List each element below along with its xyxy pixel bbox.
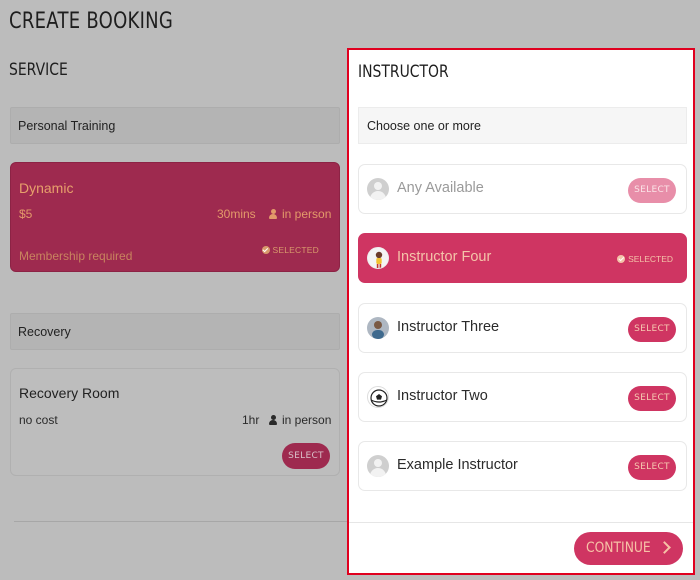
select-button[interactable]: SELECT xyxy=(628,178,676,203)
instructor-heading: INSTRUCTOR xyxy=(358,62,449,82)
instructor-panel: INSTRUCTOR Choose one or more Any Availa… xyxy=(347,48,695,575)
continue-button[interactable]: CONTINUE xyxy=(574,532,683,565)
service-location: in person xyxy=(269,413,331,427)
person-placeholder-icon xyxy=(367,455,389,477)
instructor-name: Any Available xyxy=(397,180,484,196)
instructor-row-instructor-three[interactable]: Instructor Three SELECT xyxy=(358,303,687,353)
choose-instructor-bar: Choose one or more xyxy=(358,107,687,144)
check-circle-icon xyxy=(261,246,270,254)
service-note: Membership required xyxy=(19,249,133,263)
person-icon xyxy=(269,415,277,425)
service-heading: SERVICE xyxy=(9,60,68,80)
instructor-row-instructor-two[interactable]: Instructor Two SELECT xyxy=(358,372,687,422)
select-button[interactable]: SELECT xyxy=(628,386,676,411)
female-avatar xyxy=(367,247,389,269)
service-selected-badge: SELECTED xyxy=(261,245,319,255)
divider xyxy=(14,521,348,522)
service-category-recovery[interactable]: Recovery xyxy=(10,313,340,350)
instructor-row-any-available[interactable]: Any Available SELECT xyxy=(358,164,687,214)
service-card-recovery-room[interactable]: Recovery Room no cost 1hr in person SELE… xyxy=(10,368,340,476)
person-icon xyxy=(269,209,277,219)
instructor-row-example-instructor[interactable]: Example Instructor SELECT xyxy=(358,441,687,491)
instructor-selected-label: SELECTED xyxy=(628,254,673,264)
instructor-name: Example Instructor xyxy=(397,457,518,473)
service-price: $5 xyxy=(19,207,33,221)
select-button[interactable]: SELECT xyxy=(282,443,330,469)
service-location-label: in person xyxy=(282,207,332,221)
service-card-dynamic[interactable]: Dynamic $5 30mins in person Membership r… xyxy=(10,162,340,272)
service-category-personal-training[interactable]: Personal Training xyxy=(10,107,340,144)
service-price: no cost xyxy=(19,413,58,427)
service-name: Recovery Room xyxy=(19,385,120,401)
instructor-selected-badge: SELECTED xyxy=(617,254,673,264)
continue-label: CONTINUE xyxy=(586,540,651,556)
male-avatar xyxy=(367,317,389,339)
service-location-label: in person xyxy=(282,413,332,427)
panel-divider xyxy=(349,522,693,523)
service-name: Dynamic xyxy=(19,180,74,196)
service-duration: 1hr xyxy=(242,413,260,427)
select-button[interactable]: SELECT xyxy=(628,455,676,480)
soccer-ball-avatar xyxy=(367,386,389,408)
service-duration: 30mins xyxy=(217,207,256,221)
instructor-name: Instructor Two xyxy=(397,388,488,404)
select-button[interactable]: SELECT xyxy=(628,317,676,342)
person-placeholder-icon xyxy=(367,178,389,200)
instructor-name: Instructor Three xyxy=(397,319,500,335)
instructor-row-instructor-four[interactable]: Instructor Four SELECTED xyxy=(358,233,687,283)
page-title: CREATE BOOKING xyxy=(9,9,174,34)
service-selected-label: SELECTED xyxy=(272,245,319,255)
check-circle-icon xyxy=(617,255,626,263)
service-location: in person xyxy=(269,207,331,221)
chevron-right-icon xyxy=(658,541,671,554)
instructor-name: Instructor Four xyxy=(397,249,492,265)
